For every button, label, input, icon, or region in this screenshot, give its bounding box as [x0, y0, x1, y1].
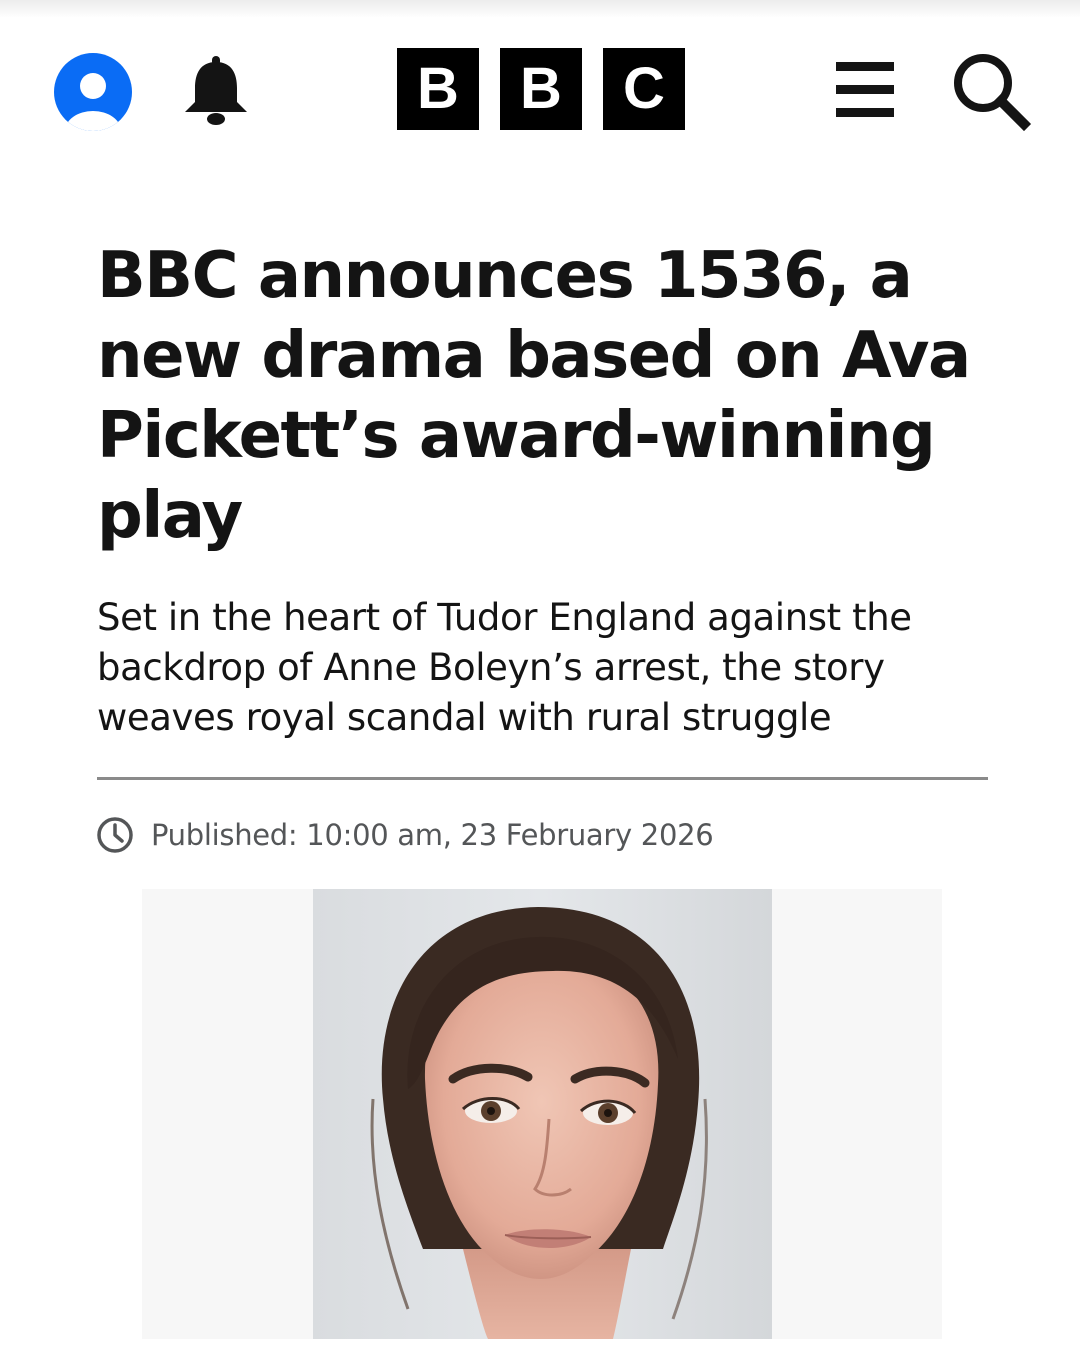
logo-letter-b2: B	[500, 48, 582, 130]
divider	[97, 777, 988, 780]
search-icon	[954, 54, 1032, 132]
menu-icon	[836, 62, 894, 117]
bell-icon	[185, 56, 247, 125]
clock-icon	[97, 817, 133, 853]
article-standfirst: Set in the heart of Tudor England agains…	[97, 596, 912, 739]
article-image	[142, 889, 942, 1339]
logo-letter-b1: B	[397, 48, 479, 130]
account-icon	[54, 53, 132, 131]
portrait-illustration	[313, 889, 772, 1339]
article-headline: BBC announces 1536, a new drama based on…	[97, 239, 971, 553]
search-button[interactable]	[950, 50, 1032, 132]
published-label: Published: 10:00 am, 23 February 2026	[151, 818, 714, 852]
menu-button[interactable]	[832, 56, 898, 122]
published-timestamp: Published: 10:00 am, 23 February 2026	[96, 812, 714, 858]
status-shade	[0, 0, 1080, 18]
logo-letter-c: C	[603, 48, 685, 130]
bbc-logo[interactable]: B B C	[397, 48, 687, 130]
account-button[interactable]	[54, 53, 132, 131]
top-navigation: B B C	[0, 0, 1080, 170]
portrait-photo	[313, 889, 772, 1339]
notifications-button[interactable]	[180, 52, 252, 128]
